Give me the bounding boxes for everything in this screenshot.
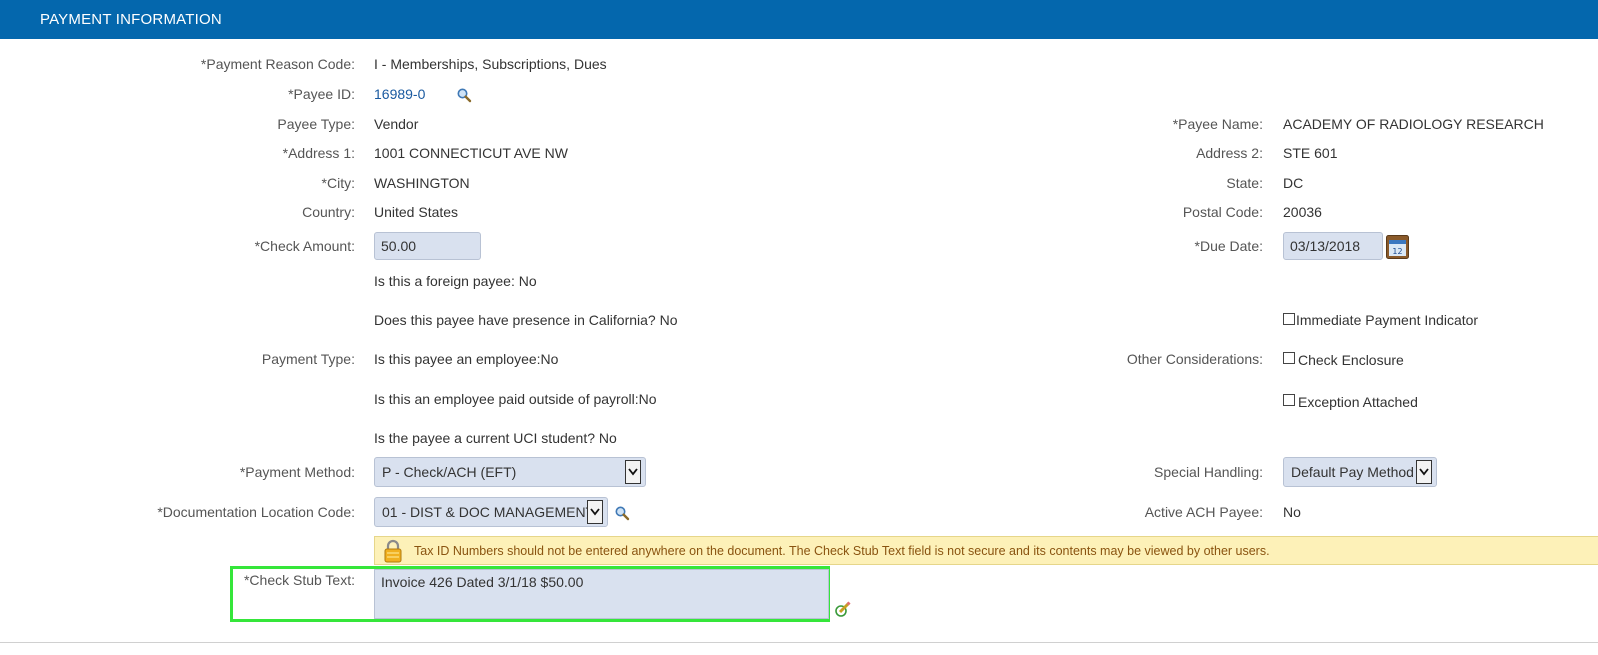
calendar-icon[interactable]: 12 (1386, 235, 1409, 259)
section-divider (0, 642, 1598, 643)
immediate-payment-checkbox[interactable] (1283, 313, 1295, 325)
chevron-down-icon[interactable] (1416, 460, 1432, 484)
payee-name-label: *Payee Name: (1172, 116, 1263, 132)
lock-icon (383, 539, 403, 563)
special-handling-select[interactable]: Default Pay Method (1283, 457, 1437, 487)
california-presence-question: Does this payee have presence in Califor… (374, 312, 678, 328)
check-stub-text-label: *Check Stub Text: (243, 572, 355, 588)
payee-search-icon[interactable] (456, 87, 472, 103)
state-label: State: (1226, 175, 1263, 191)
payment-reason-code-label: *Payment Reason Code: (200, 56, 355, 72)
foreign-payee-question: Is this a foreign payee: No (374, 273, 537, 289)
section-title: PAYMENT INFORMATION (40, 11, 222, 28)
due-date-label: *Due Date: (1194, 238, 1263, 254)
check-enclosure-checkbox[interactable] (1283, 352, 1295, 364)
other-considerations-label: Other Considerations: (1126, 351, 1263, 367)
active-ach-payee-value: No (1283, 504, 1301, 520)
uci-student-question: Is the payee a current UCI student? No (374, 430, 617, 446)
check-enclosure-label: Check Enclosure (1298, 352, 1404, 368)
tax-id-warning: Tax ID Numbers should not be entered any… (374, 536, 1598, 565)
warning-text: Tax ID Numbers should not be entered any… (414, 544, 1270, 558)
special-handling-selected: Default Pay Method (1291, 464, 1414, 480)
active-ach-payee-label: Active ACH Payee: (1144, 504, 1263, 520)
postal-code-label: Postal Code: (1182, 204, 1263, 220)
special-handling-label: Special Handling: (1154, 464, 1263, 480)
check-stub-text-area[interactable]: Invoice 426 Dated 3/1/18 $50.00 (374, 569, 829, 619)
svg-text:12: 12 (1392, 247, 1402, 256)
payee-name-value: ACADEMY OF RADIOLOGY RESEARCH (1283, 116, 1544, 132)
postal-code-value: 20036 (1283, 204, 1322, 220)
payment-reason-code-value: I - Memberships, Subscriptions, Dues (374, 56, 607, 72)
exception-attached-checkbox[interactable] (1283, 394, 1295, 406)
employee-outside-payroll-question: Is this an employee paid outside of payr… (374, 391, 657, 407)
exception-attached-label: Exception Attached (1298, 394, 1418, 410)
immediate-payment-label: Immediate Payment Indicator (1296, 312, 1479, 328)
due-date-input[interactable]: 03/13/2018 (1283, 232, 1383, 260)
edit-pencil-icon[interactable] (834, 600, 852, 618)
section-header: PAYMENT INFORMATION (0, 0, 1598, 39)
payee-id-label: *Payee ID: (288, 86, 355, 102)
address2-label: Address 2: (1196, 145, 1263, 161)
state-value: DC (1283, 175, 1304, 191)
address2-value: STE 601 (1283, 145, 1338, 161)
payee-id-link[interactable]: 16989-0 (374, 86, 425, 102)
